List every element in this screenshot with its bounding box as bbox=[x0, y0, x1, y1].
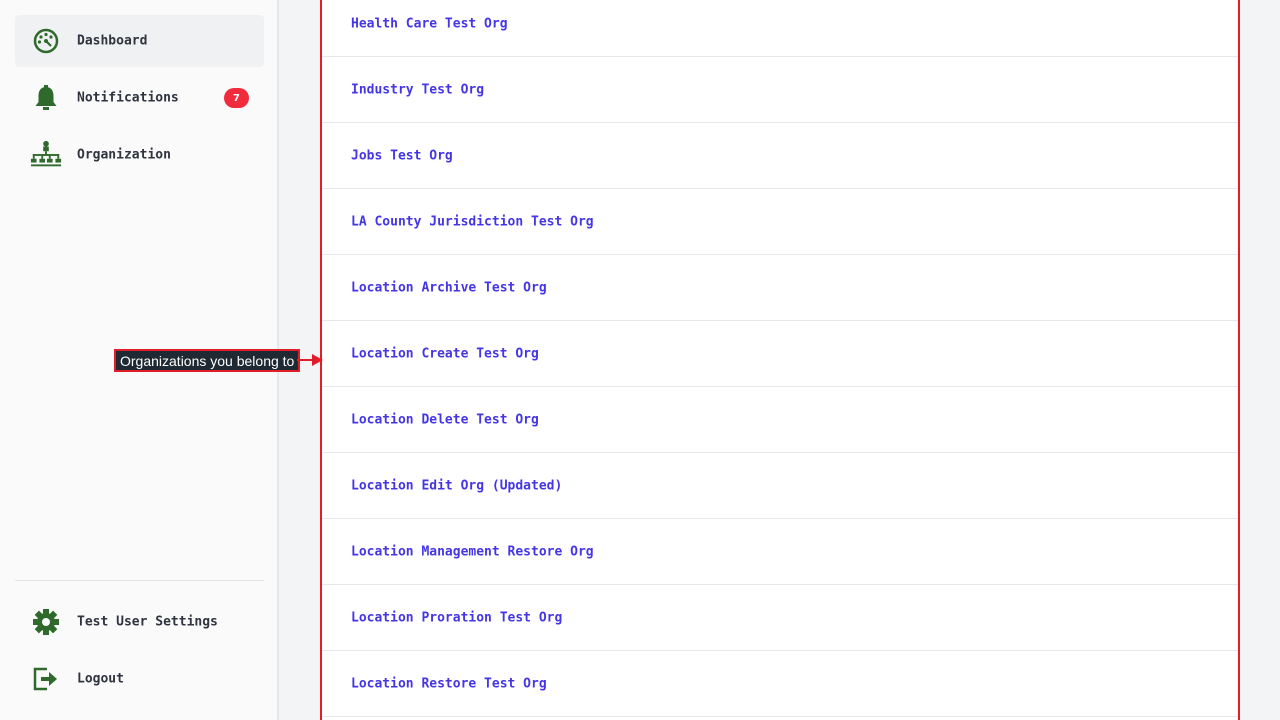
organizations-panel: Health Care Test Org Industry Test Org J… bbox=[320, 0, 1240, 720]
list-item: Health Care Test Org bbox=[322, 0, 1238, 57]
org-link[interactable]: Location Management Restore Org bbox=[351, 544, 594, 559]
org-link[interactable]: Location Delete Test Org bbox=[351, 412, 539, 427]
org-link[interactable]: LA County Jurisdiction Test Org bbox=[351, 214, 594, 229]
sidebar-item-organization[interactable]: Organization bbox=[15, 129, 264, 181]
org-link[interactable]: Location Proration Test Org bbox=[351, 610, 562, 625]
org-link[interactable]: Location Create Test Org bbox=[351, 346, 539, 361]
list-item: Location Restore Test Org bbox=[322, 651, 1238, 717]
org-link[interactable]: Jobs Test Org bbox=[351, 148, 453, 163]
sidebar-item-label: Test User Settings bbox=[77, 614, 218, 630]
sidebar-item-notifications[interactable]: Notifications 7 bbox=[15, 72, 264, 124]
bell-icon bbox=[30, 82, 62, 114]
annotation-label: Organizations you belong to bbox=[114, 349, 301, 372]
annotation-arrow-icon bbox=[297, 354, 323, 366]
sidebar-item-user-settings[interactable]: Test User Settings bbox=[15, 596, 264, 648]
org-chart-icon bbox=[30, 139, 62, 171]
org-link[interactable]: Location Edit Org (Updated) bbox=[351, 478, 562, 493]
sidebar-item-label: Logout bbox=[77, 671, 124, 687]
sidebar-item-label: Notifications bbox=[77, 90, 179, 106]
org-link[interactable]: Location Archive Test Org bbox=[351, 280, 547, 295]
notification-count-badge: 7 bbox=[224, 88, 249, 108]
sidebar-divider bbox=[15, 580, 264, 581]
list-item: Location Delete Test Org bbox=[322, 387, 1238, 453]
list-item: Location Create Test Org bbox=[322, 321, 1238, 387]
list-item: Location Edit Org (Updated) bbox=[322, 453, 1238, 519]
list-item: Location Archive Test Org bbox=[322, 255, 1238, 321]
sidebar-item-label: Dashboard bbox=[77, 33, 148, 49]
org-link[interactable]: Industry Test Org bbox=[351, 82, 484, 97]
sidebar-item-logout[interactable]: Logout bbox=[15, 653, 264, 705]
list-item: Location Management Restore Org bbox=[322, 519, 1238, 585]
list-item: Jobs Test Org bbox=[322, 123, 1238, 189]
gear-icon bbox=[30, 606, 62, 638]
sidebar-item-label: Organization bbox=[77, 147, 171, 163]
list-item: Location Proration Test Org bbox=[322, 585, 1238, 651]
org-link[interactable]: Location Restore Test Org bbox=[351, 676, 547, 691]
dashboard-icon bbox=[30, 25, 62, 57]
list-item: Industry Test Org bbox=[322, 57, 1238, 123]
list-item: LA County Jurisdiction Test Org bbox=[322, 189, 1238, 255]
org-link[interactable]: Health Care Test Org bbox=[351, 16, 508, 31]
sidebar-item-dashboard[interactable]: Dashboard bbox=[15, 15, 264, 67]
logout-icon bbox=[30, 663, 62, 695]
